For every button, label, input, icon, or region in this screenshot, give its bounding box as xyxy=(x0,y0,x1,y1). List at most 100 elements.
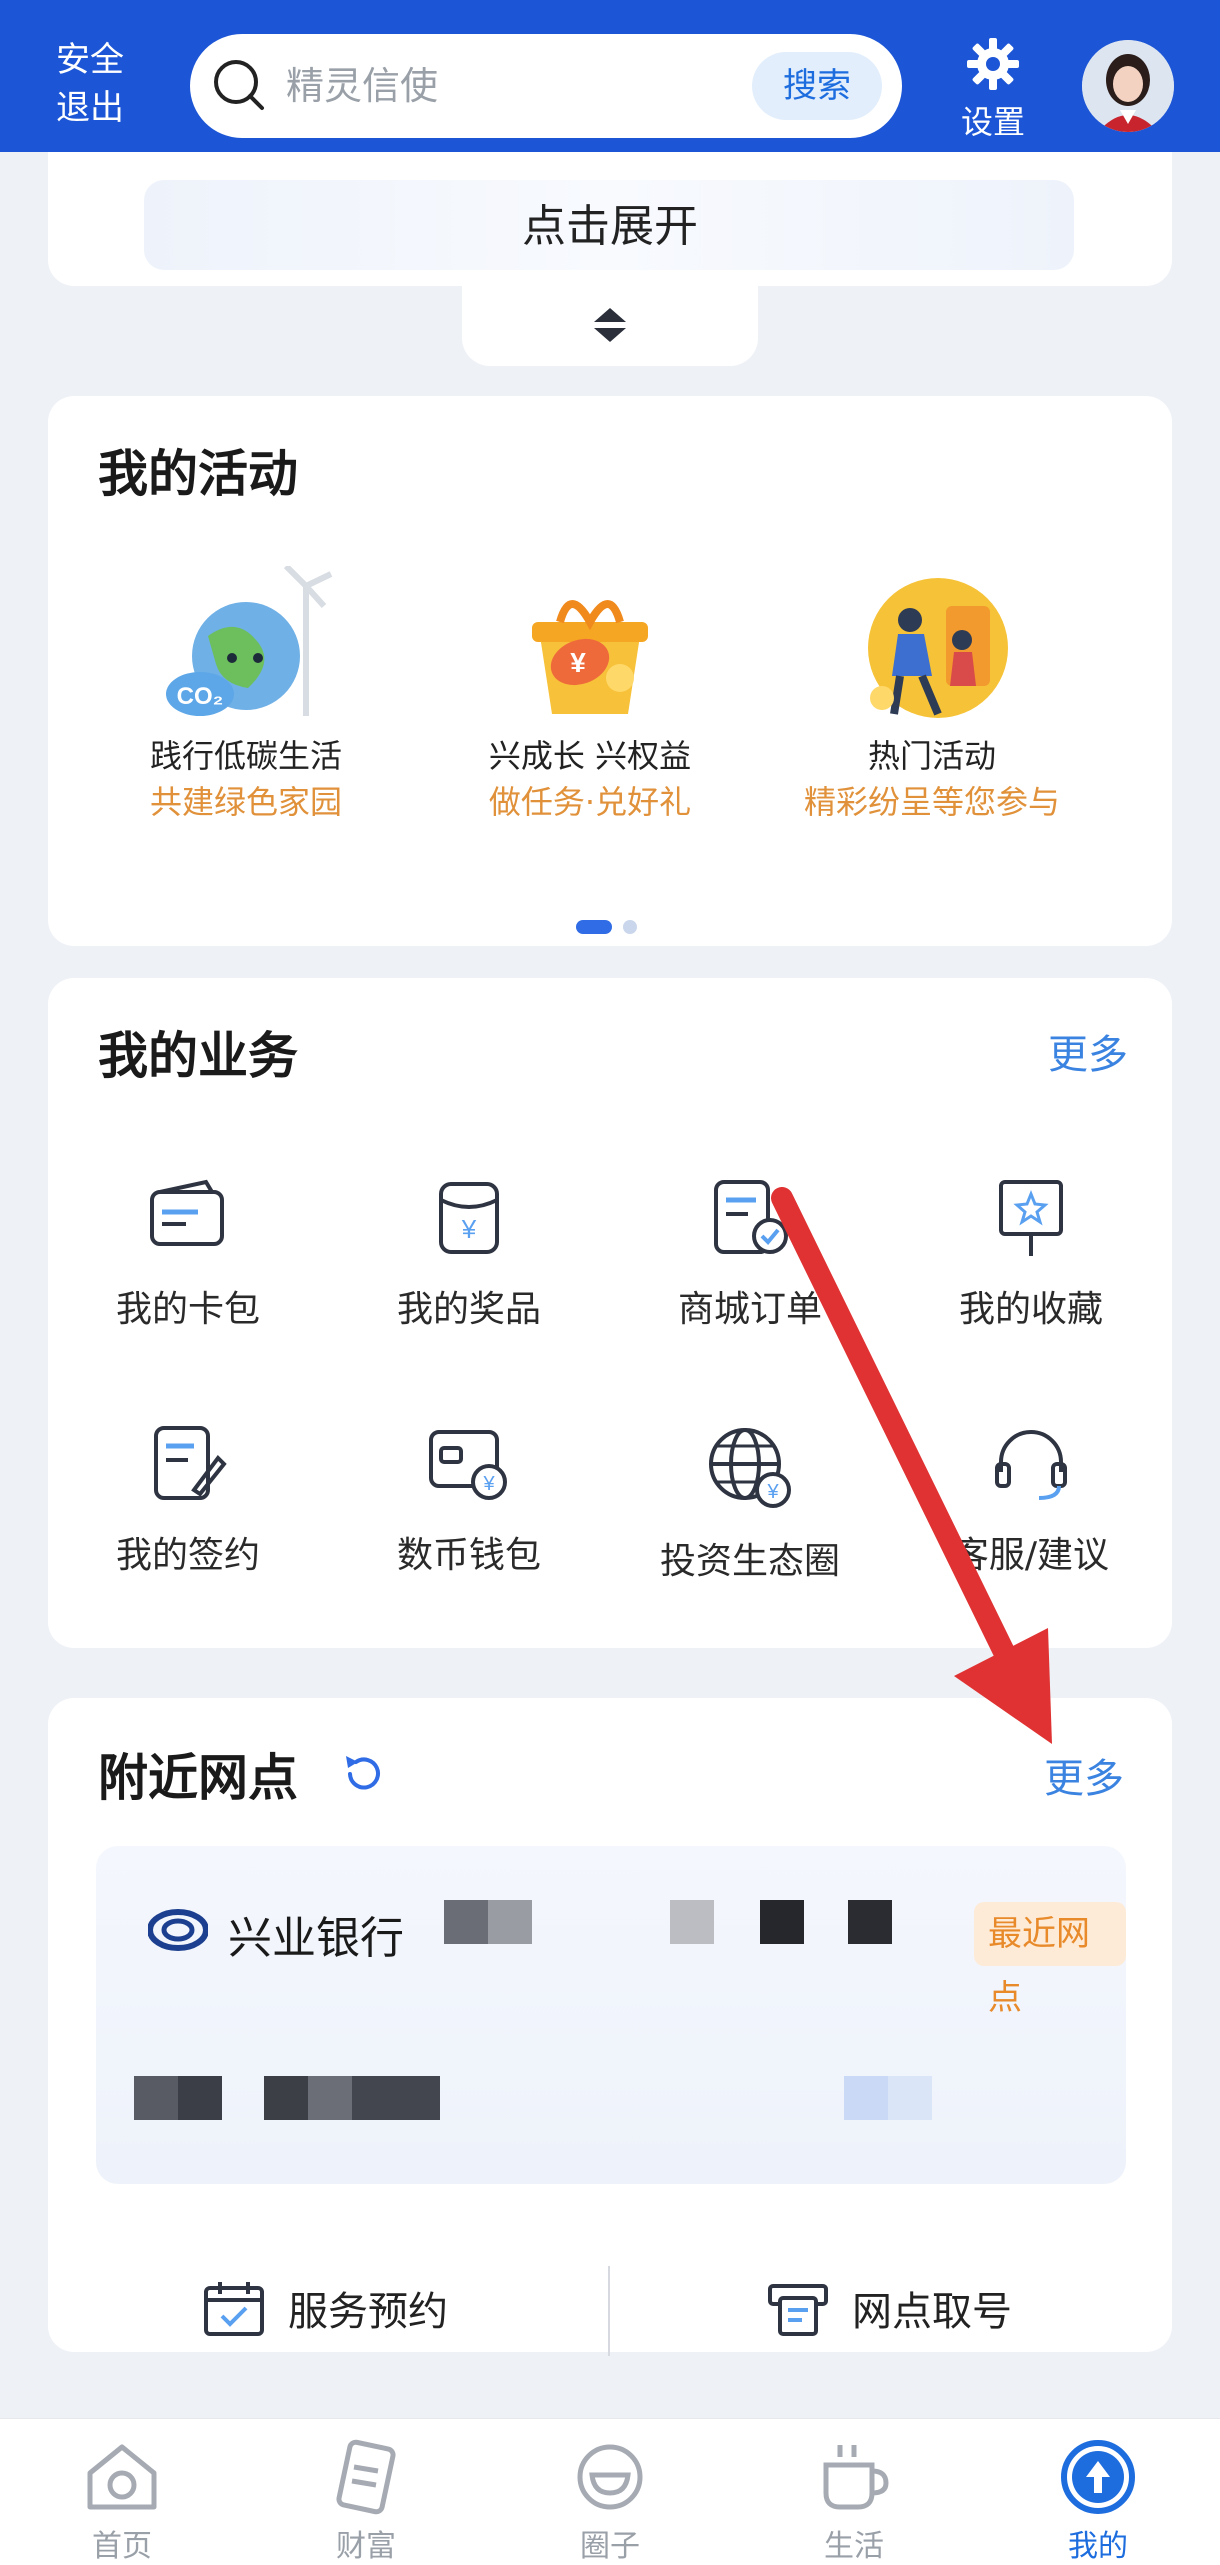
branch-card[interactable]: 兴业银行 最近网点 xyxy=(96,1846,1126,2184)
safe-exit-line1: 安全 xyxy=(56,40,124,80)
branch-actions: 服务预约 网点取号 xyxy=(48,2258,1172,2358)
gear-icon xyxy=(967,38,1019,90)
safe-exit-button[interactable]: 安全 退出 xyxy=(50,36,130,132)
search-icon xyxy=(214,60,264,110)
business-title: 我的业务 xyxy=(98,1027,298,1085)
nav-home-label: 首页 xyxy=(92,2529,152,2564)
business-label-8: 客服/建议 xyxy=(952,1535,1110,1576)
business-label-6: 数币钱包 xyxy=(396,1535,541,1576)
svg-text:¥: ¥ xyxy=(766,1481,779,1503)
activities-card: 我的活动 CO₂ 践行低碳生活 共建绿色家园 ¥ 兴成长 兴权益 做任务·兑好礼… xyxy=(48,396,1172,946)
activity-subtitle-3: 精彩纷呈等您参与 xyxy=(803,783,1060,821)
nav-circle[interactable]: 圈子 xyxy=(488,2419,732,2565)
search-button[interactable]: 搜索 xyxy=(752,52,882,120)
redacted-block xyxy=(444,1900,488,1944)
activity-subtitle-2: 做任务·兑好礼 xyxy=(488,783,692,821)
activity-item-growth[interactable]: ¥ 兴成长 兴权益 做任务·兑好礼 xyxy=(420,566,760,826)
business-label-1: 我的卡包 xyxy=(115,1289,260,1330)
expand-toggle-icon xyxy=(594,308,626,342)
assistant-avatar-icon xyxy=(1082,40,1174,132)
redacted-block xyxy=(844,2076,888,2120)
settings-label: 设置 xyxy=(960,103,1025,141)
svg-text:¥: ¥ xyxy=(482,1473,495,1495)
carousel-dot xyxy=(623,919,638,934)
nav-wealth-label: 财富 xyxy=(336,2529,396,2564)
contract-icon xyxy=(154,1426,227,1500)
earth-co2-icon: CO₂ xyxy=(166,563,333,716)
business-label-3: 商城订单 xyxy=(677,1289,822,1330)
business-label-7: 投资生态圈 xyxy=(659,1541,840,1582)
business-item-digital-wallet[interactable]: ¥ 数币钱包 xyxy=(329,1424,609,1578)
safe-exit-line2: 退出 xyxy=(56,88,124,128)
expand-label: 点击展开 xyxy=(522,201,698,252)
digital-wallet-icon: ¥ xyxy=(429,1430,507,1500)
business-card: 我的业务 更多 我的卡包 ¥ 我的奖品 商城订单 我的收藏 我的签约 ¥ 数币钱… xyxy=(48,978,1172,1648)
redacted-block xyxy=(760,1900,804,1944)
redacted-block xyxy=(670,1900,714,1944)
business-label-5: 我的签约 xyxy=(115,1535,260,1576)
favorite-icon xyxy=(999,1180,1063,1256)
redacted-block xyxy=(134,2076,178,2120)
business-item-investment[interactable]: ¥ 投资生态圈 xyxy=(610,1424,890,1584)
svg-text:CO₂: CO₂ xyxy=(177,683,224,710)
bank-logo-icon xyxy=(148,1909,208,1951)
home-icon xyxy=(87,2444,157,2510)
nav-life[interactable]: 生活 xyxy=(732,2419,976,2565)
business-item-contract[interactable]: 我的签约 xyxy=(48,1424,328,1578)
bottom-nav: 首页 财富 圈子 生活 我的 xyxy=(0,2418,1220,2565)
nav-wealth[interactable]: 财富 xyxy=(244,2419,488,2565)
business-label-4: 我的收藏 xyxy=(958,1289,1103,1330)
nearby-title: 附近网点 xyxy=(98,1749,298,1807)
nav-home[interactable]: 首页 xyxy=(0,2419,244,2565)
activity-item-hot[interactable]: 热门活动 精彩纷呈等您参与 xyxy=(762,566,1102,826)
nav-circle-label: 圈子 xyxy=(580,2529,640,2564)
activity-title-3: 热门活动 xyxy=(867,737,996,775)
coffee-icon xyxy=(823,2445,889,2510)
gift-box-icon: ¥ xyxy=(532,600,648,714)
redacted-block xyxy=(264,2076,308,2120)
avatar[interactable] xyxy=(1082,40,1174,132)
expand-card[interactable]: 点击展开 xyxy=(48,152,1172,286)
redacted-block xyxy=(488,1900,532,1944)
redacted-block xyxy=(352,2076,440,2120)
top-bar: 安全 退出 精灵信使 搜索 设置 xyxy=(0,0,1220,152)
actions-divider xyxy=(608,2266,610,2356)
nearby-card: 附近网点 更多 兴业银行 最近网点 服务预约 网点取号 xyxy=(48,1698,1172,2356)
refresh-icon[interactable] xyxy=(340,1750,386,1796)
ticket-printer-icon xyxy=(768,2284,828,2336)
search-placeholder: 精灵信使 xyxy=(286,64,439,108)
expand-toggle[interactable] xyxy=(462,286,758,366)
business-item-prize[interactable]: ¥ 我的奖品 xyxy=(329,1178,609,1332)
me-icon xyxy=(1061,2440,1135,2514)
business-item-order[interactable]: 商城订单 xyxy=(610,1178,890,1332)
redacted-block xyxy=(888,2076,932,2120)
business-label-2: 我的奖品 xyxy=(396,1289,541,1330)
activity-item-low-carbon[interactable]: CO₂ 践行低碳生活 共建绿色家园 xyxy=(76,563,416,826)
activity-title-1: 践行低碳生活 xyxy=(149,737,342,775)
people-activity-icon xyxy=(868,578,1008,718)
prize-icon: ¥ xyxy=(439,1182,499,1254)
activity-subtitle-1: 共建绿色家园 xyxy=(149,783,342,821)
service-appointment-button[interactable]: 服务预约 xyxy=(202,2258,448,2358)
wealth-icon xyxy=(336,2439,396,2515)
business-item-favorite[interactable]: 我的收藏 xyxy=(891,1178,1171,1332)
svg-text:¥: ¥ xyxy=(461,1214,477,1244)
headset-icon xyxy=(995,1430,1067,1500)
svg-text:¥: ¥ xyxy=(570,647,586,678)
nav-me-label: 我的 xyxy=(1068,2529,1128,2564)
calendar-check-icon xyxy=(204,2282,264,2336)
globe-invest-icon: ¥ xyxy=(709,1428,791,1508)
nav-life-label: 生活 xyxy=(824,2529,884,2564)
settings-button[interactable]: 设置 xyxy=(948,36,1038,142)
business-item-customer-service[interactable]: 客服/建议 xyxy=(891,1424,1171,1578)
circle-icon xyxy=(577,2444,643,2510)
take-number-button[interactable]: 网点取号 xyxy=(766,2258,1012,2358)
nav-me[interactable]: 我的 xyxy=(976,2419,1220,2565)
carousel-dot-active xyxy=(576,919,612,934)
business-more-link[interactable]: 更多 xyxy=(1048,1022,1128,1080)
nearby-more-link[interactable]: 更多 xyxy=(1044,1746,1124,1804)
search-bar[interactable]: 精灵信使 搜索 xyxy=(190,34,902,138)
service-appointment-label: 服务预约 xyxy=(288,2289,448,2335)
redacted-block xyxy=(178,2076,222,2120)
business-item-card-wallet[interactable]: 我的卡包 xyxy=(48,1178,328,1332)
